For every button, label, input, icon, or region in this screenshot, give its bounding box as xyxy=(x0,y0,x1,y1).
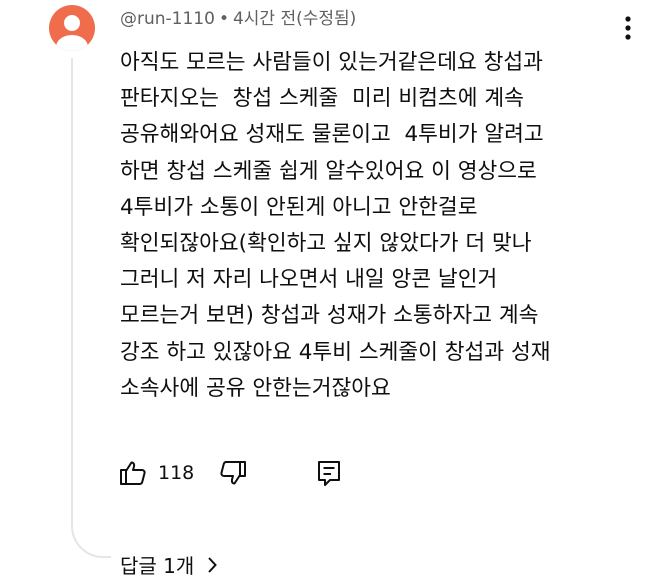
thumbs-up-icon xyxy=(120,461,146,485)
like-count: 118 xyxy=(158,462,195,484)
comment-body: 아직도 모르는 사람들이 있는거같은데요 창섭과 판타지오는 창섭 스케줄 미리… xyxy=(120,45,640,407)
comment-header: @run-1110 • 4시간 전(수정됨) xyxy=(120,8,356,30)
comment-line: 확인되잖아요(확인하고 싶지 않았다가 더 맞나 xyxy=(120,231,532,257)
comment-line: 소속사에 공유 안한는거잖아요 xyxy=(120,375,391,401)
comment-line: 4투비가 소통이 안된게 아니고 안한걸로 xyxy=(120,194,478,220)
chevron-right-icon xyxy=(208,556,218,573)
comment-line: 공유해와어요 성재도 물론이고 4투비가 알려고 xyxy=(120,122,544,148)
comment-line: 아직도 모르는 사람들이 있는거같은데요 창섭과 xyxy=(120,50,543,75)
thread-line xyxy=(71,58,111,558)
view-replies-button[interactable]: 답글 1개 xyxy=(120,550,218,579)
like-button[interactable]: 118 xyxy=(118,458,218,488)
avatar[interactable] xyxy=(49,5,95,51)
more-vertical-icon xyxy=(625,16,631,40)
thumbs-down-icon xyxy=(220,461,247,485)
comment-timestamp[interactable]: 4시간 전(수정됨) xyxy=(233,9,356,29)
comment-actions: 118 xyxy=(118,456,342,490)
comment-line: 하면 창섭 스케줄 쉽게 알수있어요 이 영상으로 xyxy=(120,158,537,184)
comment-line: 판타지오는 창섭 스케줄 미리 비컴츠에 계속 xyxy=(120,86,524,112)
reply-button[interactable] xyxy=(316,459,342,487)
comment-line: 그러니 저 자리 나오면서 내일 앙콘 날인거 xyxy=(120,267,498,293)
header-separator: • xyxy=(218,9,229,29)
dislike-button[interactable] xyxy=(218,458,248,488)
comment-line: 강조 하고 있잖아요 4투비 스케줄이 창섭과 성재 xyxy=(120,339,551,365)
reply-comment-icon xyxy=(318,461,341,486)
more-options-button[interactable] xyxy=(618,13,638,43)
author-handle[interactable]: @run-1110 xyxy=(120,9,215,29)
replies-label: 답글 1개 xyxy=(120,554,195,578)
comment-line: 모르는거 보면) 창섭과 성재가 소통하자고 계속 xyxy=(120,303,539,329)
default-user-avatar-icon xyxy=(56,15,88,51)
